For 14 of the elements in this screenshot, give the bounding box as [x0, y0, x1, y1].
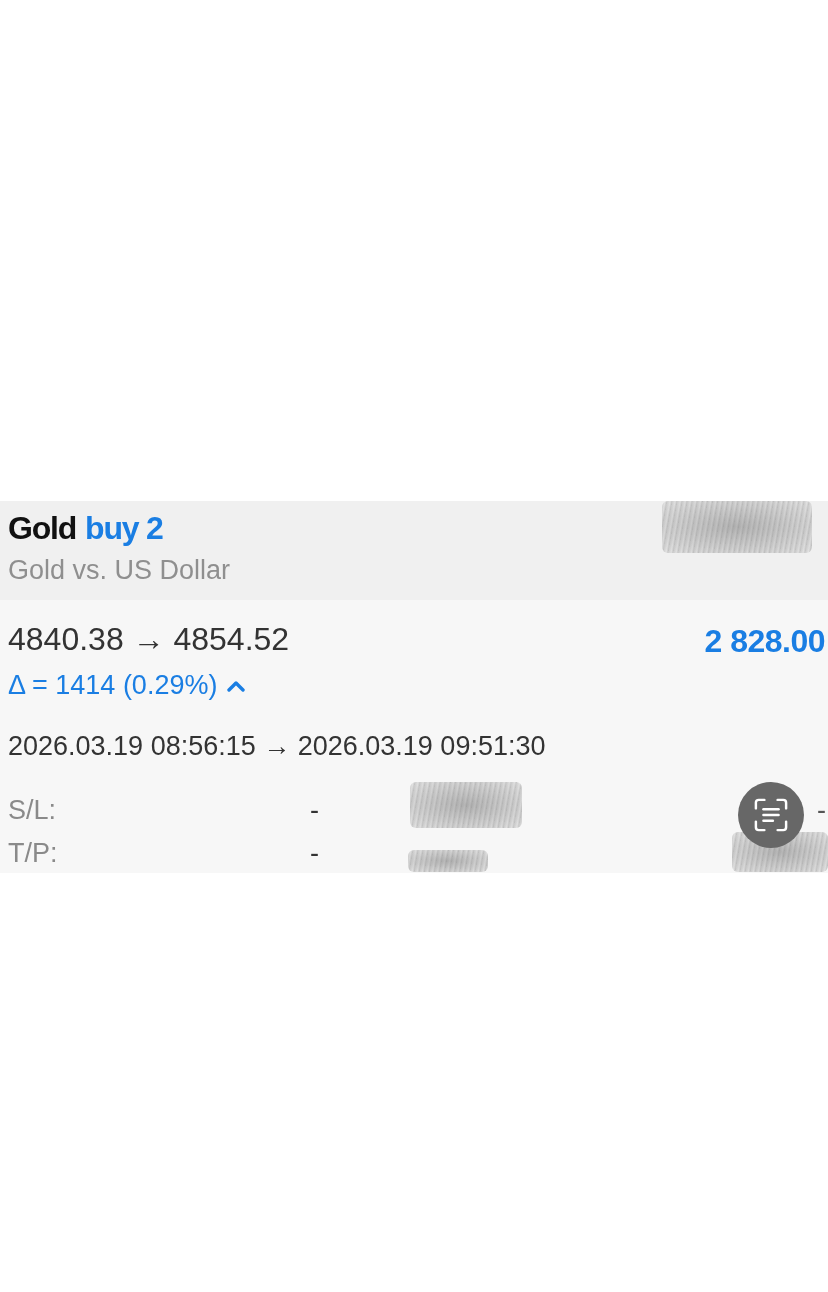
field-value: -	[817, 794, 827, 826]
order-type: buy 2	[85, 510, 163, 546]
profit-value: 2 828.00	[704, 622, 826, 661]
field-value: -	[310, 794, 319, 826]
symbol-title: Gold	[8, 510, 77, 546]
field-value: -	[310, 837, 319, 869]
live-text-button[interactable]	[738, 782, 804, 848]
open-close-times: 2026.03.19 08:56:15 → 2026.03.19 09:51:30	[8, 730, 546, 763]
field-label: T/P:	[8, 837, 59, 869]
symbol-description: Gold vs. US Dollar	[8, 554, 231, 586]
field-label: S/L:	[8, 794, 58, 826]
price-change: Δ = 1414 (0.29%)	[8, 669, 218, 702]
open-close-prices: 4840.38 → 4854.52	[8, 619, 290, 659]
scan-text-icon	[754, 798, 788, 832]
